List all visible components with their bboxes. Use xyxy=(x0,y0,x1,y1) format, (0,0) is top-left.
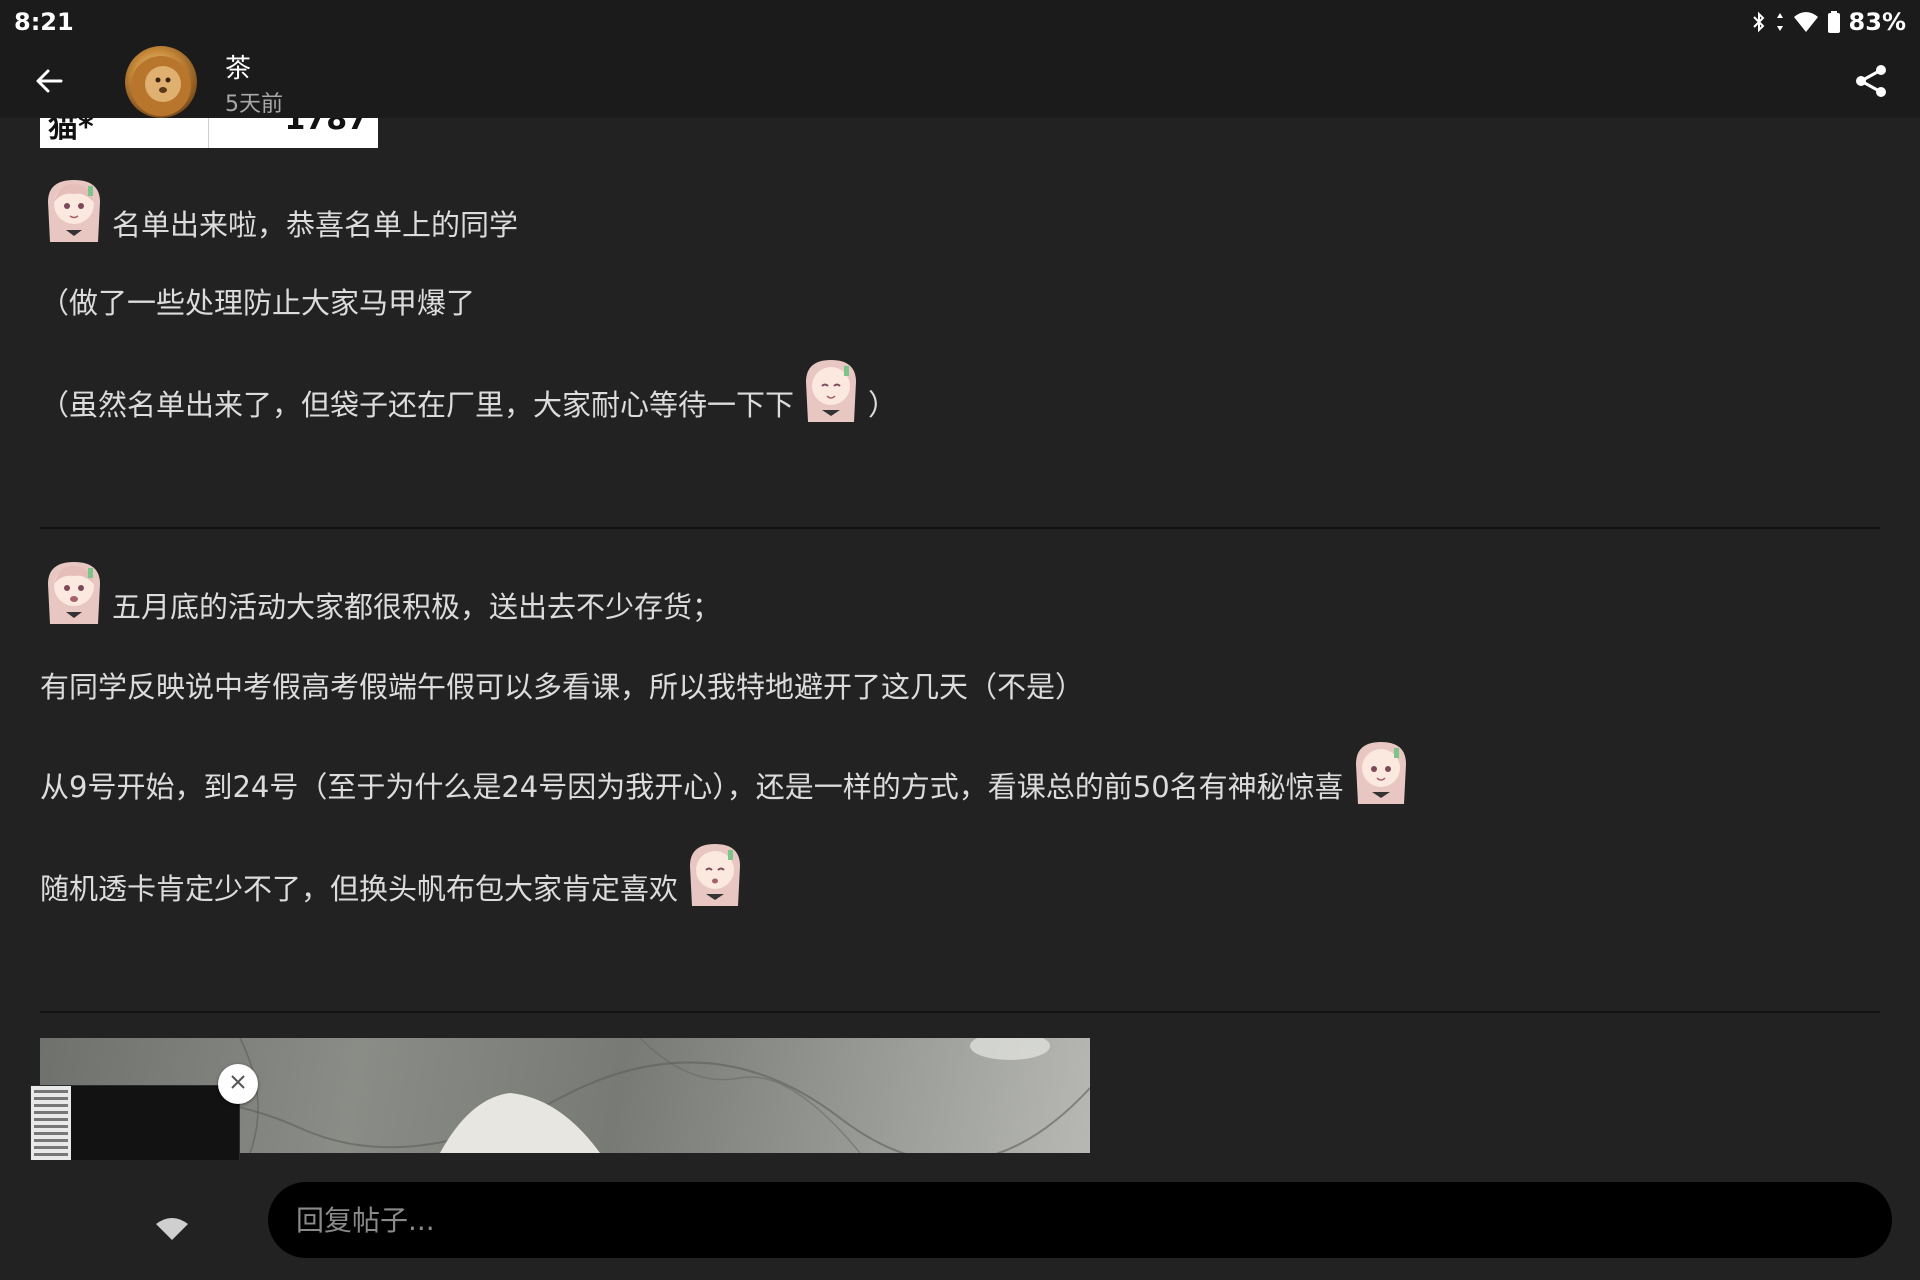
post-time: 5天前 xyxy=(225,92,283,117)
post-line: （虽然名单出来了，但袋子还在厂里，大家耐心等待一下下 ） xyxy=(40,354,897,424)
anime-girl-sticker-icon xyxy=(684,838,746,908)
reply-input[interactable] xyxy=(268,1182,1892,1258)
table-divider xyxy=(208,118,209,148)
anime-girl-sticker-icon xyxy=(40,554,108,626)
post-line: （做了一些处理防止大家马甲爆了 xyxy=(40,280,475,322)
post-text: （虽然名单出来了，但袋子还在厂里，大家耐心等待一下下 xyxy=(40,388,795,422)
data-arrows-icon xyxy=(1775,10,1785,34)
anime-girl-sticker-icon xyxy=(1350,736,1412,806)
share-icon xyxy=(1854,64,1888,102)
status-icons: 83% xyxy=(1751,8,1906,36)
post-line: 有同学反映说中考假高考假端午假可以多看课，所以我特地避开了这几天（不是） xyxy=(40,664,1084,706)
post-content: 猫* 1787 名单出来啦，恭喜名单上的同学 （做了一些处理防止大家马甲爆了 （… xyxy=(0,118,1920,1280)
post-text: 名单出来啦，恭喜名单上的同学 xyxy=(112,208,519,242)
post-line: 五月底的活动大家都很积极，送出去不少存货； xyxy=(40,554,721,626)
post-line: 从9号开始，到24号（至于为什么是24号因为我开心），还是一样的方式，看课总的前… xyxy=(40,736,1418,806)
post-text: ） xyxy=(868,388,898,422)
post-text: 有同学反映说中考假高考假端午假可以多看课，所以我特地避开了这几天（不是） xyxy=(40,670,1085,704)
anime-girl-sticker-icon xyxy=(800,354,862,424)
post-line: 名单出来啦，恭喜名单上的同学 xyxy=(40,172,518,244)
ranking-table-image: 猫* 1787 xyxy=(40,118,378,148)
app-screen: 8:21 83% 茶 5天前 猫* 1787 名单出来啦，恭喜名单上的同学 （做… xyxy=(0,0,1920,1280)
battery-percent: 83% xyxy=(1848,8,1906,36)
post-text: 随机透卡肯定少不了，但换头帆布包大家肯定喜欢 xyxy=(40,872,679,906)
table-cell-name: 猫* xyxy=(48,118,94,145)
like-button[interactable] xyxy=(150,1210,194,1244)
battery-icon xyxy=(1827,10,1841,34)
post-text: 五月底的活动大家都很积极，送出去不少存货； xyxy=(112,590,722,624)
back-button[interactable] xyxy=(24,58,74,108)
post-header: 茶 5天前 xyxy=(0,44,1920,118)
status-bar: 8:21 83% xyxy=(0,0,1920,44)
bottom-reply-bar xyxy=(0,1160,1920,1280)
close-floating-window-button[interactable] xyxy=(218,1064,258,1104)
section-divider xyxy=(40,527,1880,529)
table-cell-value: 1787 xyxy=(284,118,369,137)
bluetooth-icon xyxy=(1751,10,1767,34)
wifi-icon xyxy=(1793,11,1819,33)
share-button[interactable] xyxy=(1846,58,1896,108)
status-time: 8:21 xyxy=(14,8,74,36)
close-icon xyxy=(229,1073,247,1095)
anime-girl-sticker-icon xyxy=(40,172,108,244)
section-divider xyxy=(40,1011,1880,1013)
post-text: （做了一些处理防止大家马甲爆了 xyxy=(40,286,476,320)
post-line: 随机透卡肯定少不了，但换头帆布包大家肯定喜欢 xyxy=(40,838,752,908)
back-arrow-icon xyxy=(33,65,65,101)
post-text: 从9号开始，到24号（至于为什么是24号因为我开心），还是一样的方式，看课总的前… xyxy=(40,770,1344,804)
author-name[interactable]: 茶 xyxy=(225,48,251,85)
author-avatar[interactable] xyxy=(125,46,197,118)
